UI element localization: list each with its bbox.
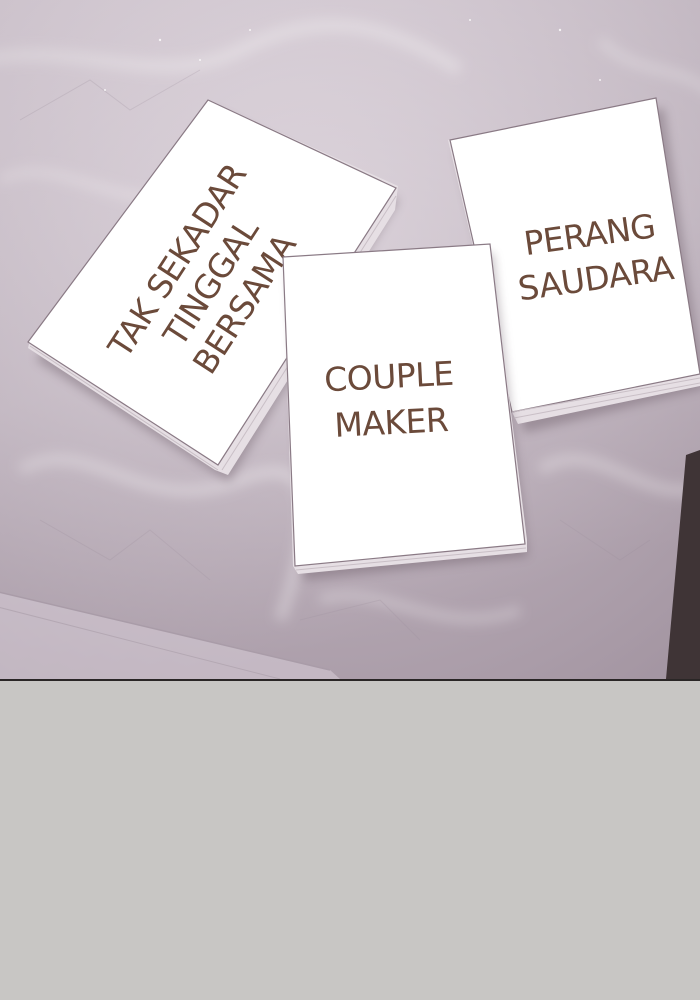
marble-table-scene: PERANG SAUDARA TAK SEKADAR TINGGAL BERSA… [0,0,700,679]
empty-gutter [0,681,700,1000]
middle-card-line-1: COUPLE [323,354,454,400]
comic-panel: PERANG SAUDARA TAK SEKADAR TINGGAL BERSA… [0,0,700,679]
middle-card-line-2: MAKER [333,400,449,445]
middle-card: COUPLE MAKER [282,243,528,580]
